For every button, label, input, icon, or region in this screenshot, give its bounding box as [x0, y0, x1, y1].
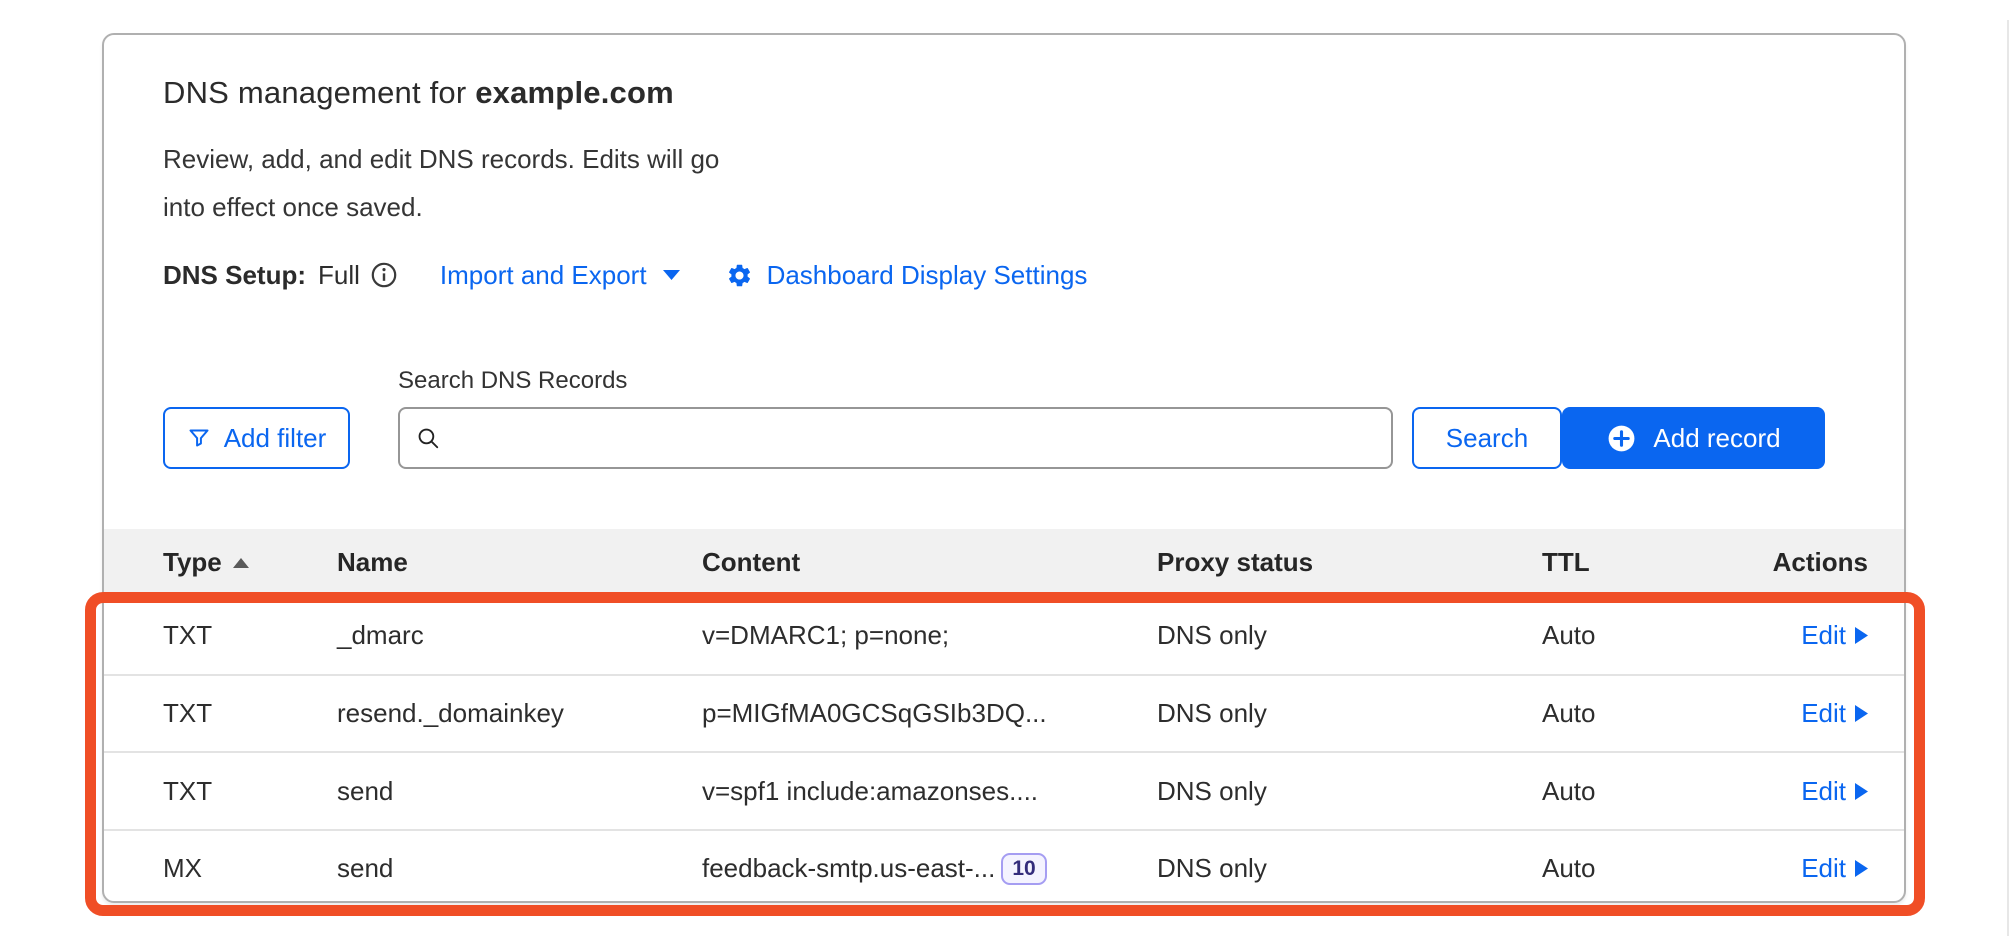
chevron-right-icon	[1855, 783, 1868, 800]
table-row: TXT send v=spf1 include:amazonses.... DN…	[104, 751, 1904, 829]
column-header-type[interactable]: Type	[163, 547, 249, 578]
add-record-button[interactable]: Add record	[1562, 407, 1825, 469]
chevron-right-icon	[1855, 705, 1868, 722]
sort-ascending-icon	[233, 558, 249, 568]
import-export-link[interactable]: Import and Export	[440, 260, 680, 291]
add-filter-button[interactable]: Add filter	[163, 407, 350, 469]
gear-icon	[726, 262, 753, 289]
cell-content: v=DMARC1; p=none;	[702, 620, 949, 651]
cell-ttl: Auto	[1542, 853, 1698, 884]
cell-content: feedback-smtp.us-east-...	[702, 853, 995, 884]
chevron-right-icon	[1855, 860, 1868, 877]
column-header-actions: Actions	[1698, 547, 1904, 578]
cell-ttl: Auto	[1542, 776, 1698, 807]
dns-setup-row: DNS Setup: Full Import and Export	[163, 257, 1843, 293]
cell-ttl: Auto	[1542, 698, 1698, 729]
edit-link[interactable]: Edit	[1801, 853, 1868, 884]
cell-type: TXT	[104, 776, 337, 807]
card-header-section: DNS management for example.com Review, a…	[104, 35, 1904, 469]
chevron-down-icon	[663, 270, 680, 281]
table-row: TXT resend._domainkey p=MIGfMA0GCSqGSIb3…	[104, 674, 1904, 752]
page-description: Review, add, and edit DNS records. Edits…	[163, 135, 763, 231]
search-button[interactable]: Search	[1412, 407, 1562, 469]
table-header-row: Type Name Content Proxy status TTL Actio…	[104, 529, 1904, 596]
cell-proxy-status: DNS only	[1157, 776, 1542, 807]
cell-type: MX	[104, 853, 337, 884]
edit-link[interactable]: Edit	[1801, 776, 1868, 807]
filter-icon	[187, 426, 211, 450]
dns-records-table: Type Name Content Proxy status TTL Actio…	[104, 529, 1904, 903]
edit-link[interactable]: Edit	[1801, 698, 1868, 729]
add-filter-label: Add filter	[224, 423, 327, 454]
cell-proxy-status: DNS only	[1157, 853, 1542, 884]
edit-label: Edit	[1801, 853, 1846, 884]
chevron-right-icon	[1855, 627, 1868, 644]
edit-link[interactable]: Edit	[1801, 620, 1868, 651]
info-icon[interactable]	[370, 261, 398, 289]
priority-badge: 10	[1001, 853, 1046, 885]
table-row: MX send feedback-smtp.us-east-... 10 DNS…	[104, 829, 1904, 903]
search-icon	[416, 426, 441, 451]
edit-label: Edit	[1801, 620, 1846, 651]
plus-icon	[1606, 423, 1637, 454]
column-header-content[interactable]: Content	[702, 547, 1157, 578]
column-header-name[interactable]: Name	[337, 547, 702, 578]
search-input[interactable]	[453, 423, 1375, 453]
dns-setup-label: DNS Setup:	[163, 260, 306, 291]
cell-type: TXT	[104, 698, 337, 729]
cell-ttl: Auto	[1542, 620, 1698, 651]
search-input-container	[398, 407, 1393, 469]
cell-name: resend._domainkey	[337, 698, 702, 729]
page-title: DNS management for example.com	[163, 73, 1843, 113]
dashboard-display-settings-label: Dashboard Display Settings	[767, 260, 1088, 291]
import-export-label: Import and Export	[440, 260, 647, 291]
cell-name: send	[337, 776, 702, 807]
cell-proxy-status: DNS only	[1157, 698, 1542, 729]
page-edge-divider	[2007, 20, 2009, 936]
table-body: TXT _dmarc v=DMARC1; p=none; DNS only Au…	[104, 596, 1904, 903]
cell-type: TXT	[104, 620, 337, 651]
cell-name: _dmarc	[337, 620, 702, 651]
dns-setup-value: Full	[318, 260, 360, 291]
table-row: TXT _dmarc v=DMARC1; p=none; DNS only Au…	[104, 596, 1904, 674]
cell-content: v=spf1 include:amazonses....	[702, 776, 1038, 807]
domain-name: example.com	[475, 75, 674, 110]
column-header-ttl[interactable]: TTL	[1542, 547, 1698, 578]
add-record-label: Add record	[1653, 423, 1780, 454]
cell-proxy-status: DNS only	[1157, 620, 1542, 651]
dashboard-display-settings-link[interactable]: Dashboard Display Settings	[726, 260, 1088, 291]
dns-management-card: DNS management for example.com Review, a…	[102, 33, 1906, 903]
page-title-prefix: DNS management for	[163, 75, 475, 110]
column-header-proxy-status[interactable]: Proxy status	[1157, 547, 1542, 578]
cell-content: p=MIGfMA0GCSqGSIb3DQ...	[702, 698, 1047, 729]
edit-label: Edit	[1801, 776, 1846, 807]
search-label: Search DNS Records	[398, 367, 1393, 395]
cell-name: send	[337, 853, 702, 884]
edit-label: Edit	[1801, 698, 1846, 729]
search-group: Search DNS Records	[398, 367, 1393, 469]
toolbar: Add filter Search DNS Records Search	[163, 367, 1843, 469]
